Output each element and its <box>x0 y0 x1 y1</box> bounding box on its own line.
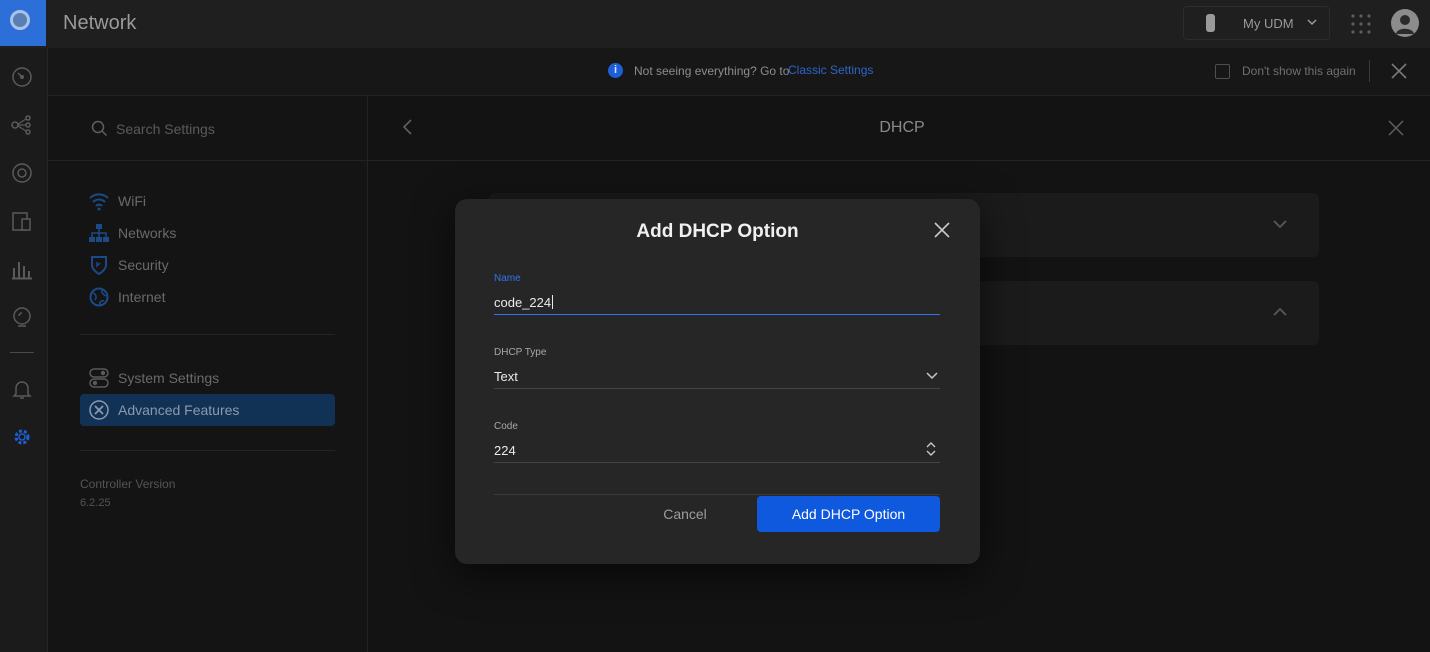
settings-search[interactable]: Search Settings <box>48 96 367 161</box>
cancel-button[interactable]: Cancel <box>640 496 730 532</box>
udm-device-icon <box>1206 14 1215 32</box>
banner-close-icon[interactable] <box>1390 62 1408 80</box>
code-underline <box>494 462 940 463</box>
toggles-icon <box>89 368 109 388</box>
menu-item-label: Advanced Features <box>118 402 240 418</box>
devices-icon[interactable] <box>11 162 33 184</box>
info-icon: i <box>608 63 623 78</box>
networks-icon <box>89 224 109 242</box>
device-selector[interactable]: My UDM <box>1183 6 1330 40</box>
left-nav <box>0 48 48 652</box>
banner-message: Not seeing everything? Go to <box>634 64 790 78</box>
chevron-down-icon <box>1273 220 1287 229</box>
dhcp-type-underline <box>494 388 940 389</box>
chevron-up-icon <box>1273 307 1287 316</box>
menu-item-networks[interactable]: Networks <box>80 217 335 249</box>
statistics-icon[interactable] <box>11 258 33 280</box>
device-name: My UDM <box>1243 16 1294 31</box>
menu-item-wifi[interactable]: WiFi <box>80 185 335 217</box>
search-input[interactable]: Search Settings <box>116 121 215 137</box>
top-bar: Network My UDM <box>0 0 1430 48</box>
dashboard-icon[interactable] <box>11 66 33 88</box>
controller-version-label: Controller Version <box>80 477 176 491</box>
insights-icon[interactable] <box>11 306 33 328</box>
text-caret <box>552 295 554 309</box>
notifications-icon[interactable] <box>11 378 33 400</box>
chevron-down-icon <box>1307 19 1317 26</box>
classic-settings-link[interactable]: Classic Settings <box>788 63 873 77</box>
menu-item-system-settings[interactable]: System Settings <box>80 362 335 394</box>
menu-item-security[interactable]: Security <box>80 249 335 281</box>
menu-item-label: Security <box>118 257 169 273</box>
dialog-title: Add DHCP Option <box>636 221 799 242</box>
content-header: DHCP <box>368 96 1430 161</box>
menu-item-label: System Settings <box>118 370 220 386</box>
banner-divider <box>1369 60 1370 82</box>
tools-icon <box>89 400 109 420</box>
code-input[interactable]: 224 <box>494 443 516 458</box>
settings-icon[interactable] <box>11 426 33 448</box>
menu-item-advanced-features[interactable]: Advanced Features <box>80 394 335 426</box>
name-value: code_224 <box>494 295 552 310</box>
clients-icon[interactable] <box>11 210 33 232</box>
close-icon[interactable] <box>932 220 952 240</box>
add-dhcp-option-dialog: Add DHCP Option Name code_224 DHCP Type … <box>455 199 980 564</box>
code-label: Code <box>494 421 518 432</box>
classic-settings-banner: i Not seeing everything? Go to Classic S… <box>48 48 1430 96</box>
menu-item-internet[interactable]: Internet <box>80 281 335 313</box>
menu-item-label: Internet <box>118 289 166 305</box>
app-title: Network <box>63 12 137 34</box>
page-title: DHCP <box>879 119 925 136</box>
ubiquiti-logo-icon[interactable] <box>0 0 46 46</box>
wifi-icon <box>89 193 109 211</box>
chevron-down-icon <box>926 372 938 380</box>
menu-divider <box>80 334 335 335</box>
app-grid-icon[interactable] <box>1350 13 1372 35</box>
dont-show-label[interactable]: Don't show this again <box>1242 64 1356 78</box>
controller-version-value: 6.2.25 <box>80 497 111 509</box>
menu-item-label: WiFi <box>118 193 146 209</box>
stepper-icon[interactable] <box>925 441 937 457</box>
menu-item-label: Networks <box>118 225 177 241</box>
dhcp-type-value[interactable]: Text <box>494 369 518 384</box>
settings-panel: Search Settings WiFi Networks Security I… <box>48 96 368 652</box>
nav-divider <box>10 352 34 353</box>
dont-show-checkbox[interactable] <box>1215 64 1230 79</box>
menu-divider <box>80 450 335 451</box>
name-label: Name <box>494 273 521 284</box>
globe-icon <box>89 287 109 307</box>
user-avatar-icon[interactable] <box>1391 9 1419 37</box>
dialog-divider <box>494 494 940 495</box>
search-icon <box>91 120 108 137</box>
topology-icon[interactable] <box>11 114 33 136</box>
add-dhcp-option-button[interactable]: Add DHCP Option <box>757 496 940 532</box>
close-icon[interactable] <box>1388 120 1404 136</box>
name-underline <box>494 314 940 315</box>
dhcp-type-label: DHCP Type <box>494 347 547 358</box>
name-input[interactable]: code_224 <box>494 295 554 310</box>
security-shield-icon <box>91 256 107 275</box>
